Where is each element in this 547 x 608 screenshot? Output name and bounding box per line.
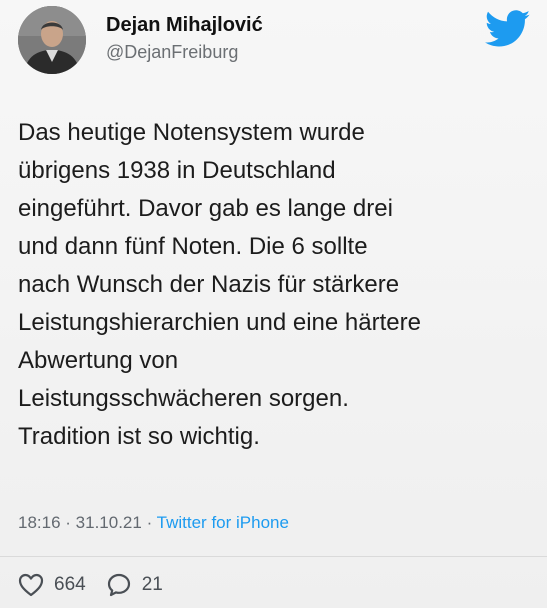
- avatar[interactable]: [18, 6, 86, 74]
- tweet-line: eingeführt. Davor gab es lange drei: [18, 195, 393, 222]
- avatar-photo: [18, 6, 86, 74]
- tweet-line: Tradition ist so wichtig.: [18, 423, 260, 450]
- twitter-bird-icon[interactable]: [485, 10, 531, 48]
- tweet-meta: 18:16 · 31.10.21 · Twitter for iPhone: [18, 513, 289, 533]
- tweet-card: Dejan Mihajlović @DejanFreiburg Das heut…: [0, 0, 547, 608]
- tweet-line: Abwertung von: [18, 347, 179, 374]
- meta-separator: ·: [60, 513, 76, 532]
- tweet-line: und dann fünf Noten. Die 6 sollte: [18, 233, 368, 260]
- like-button[interactable]: 664: [18, 573, 86, 597]
- reply-count: 21: [141, 574, 163, 595]
- reply-bubble-icon: [107, 573, 130, 597]
- author-handle[interactable]: @DejanFreiburg: [106, 42, 238, 63]
- action-bar: 664 21: [18, 568, 183, 602]
- tweet-line: Das heutige Notensystem wurde: [18, 119, 365, 146]
- tweet-time[interactable]: 18:16: [18, 513, 61, 532]
- tweet-line: übrigens 1938 in Deutschland: [18, 157, 336, 184]
- author-name[interactable]: Dejan Mihajlović: [106, 14, 263, 37]
- tweet-source-link[interactable]: Twitter for iPhone: [157, 513, 289, 532]
- meta-separator: ·: [141, 513, 157, 532]
- tweet-line: nach Wunsch der Nazis für stärkere: [18, 271, 400, 298]
- tweet-date[interactable]: 31.10.21: [76, 513, 142, 532]
- tweet-line: Leistungshierarchien und eine härtere: [18, 309, 421, 336]
- tweet-line: Leistungsschwächeren sorgen.: [18, 385, 349, 412]
- reply-button[interactable]: 21: [106, 572, 163, 598]
- tweet-text: Das heutige Notensystem wurde übrigens 1…: [18, 114, 534, 456]
- heart-icon: [18, 573, 44, 597]
- divider: [0, 556, 547, 557]
- like-count: 664: [54, 574, 86, 595]
